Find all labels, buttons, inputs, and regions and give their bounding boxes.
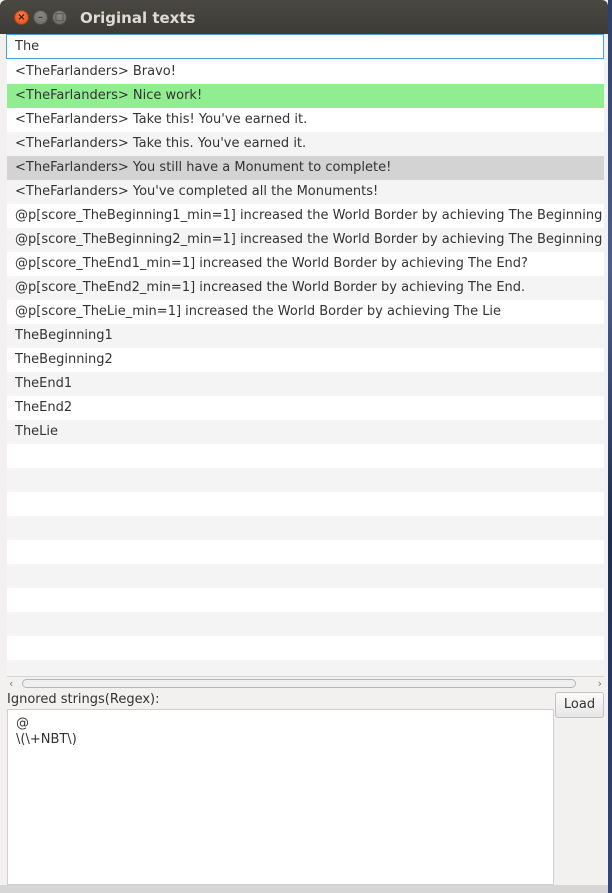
original-texts-list[interactable]: <TheFarlanders> Bravo! <TheFarlanders> Ni… (7, 60, 604, 676)
window-bottom-edge (0, 885, 608, 893)
list-item[interactable]: @p[score_TheEnd2_min=1] increased the Wo… (7, 276, 604, 300)
empty-list-row (7, 588, 604, 612)
filter-input[interactable] (6, 34, 604, 59)
list-item[interactable]: TheBeginning2 (7, 348, 604, 372)
regex-line: @ (16, 716, 29, 731)
regex-line: \(\+NBT\) (16, 732, 77, 747)
maximize-icon[interactable]: □ (52, 10, 67, 25)
list-item[interactable]: TheLie (7, 420, 604, 444)
scroll-left-icon[interactable]: ‹ (9, 677, 13, 690)
load-button[interactable]: Load (555, 692, 604, 718)
empty-list-row (7, 492, 604, 516)
list-item[interactable]: @p[score_TheEnd1_min=1] increased the Wo… (7, 252, 604, 276)
list-item[interactable]: @p[score_TheBeginning2_min=1] increased … (7, 228, 604, 252)
empty-list-row (7, 660, 604, 676)
empty-list-row (7, 636, 604, 660)
desktop-background (608, 0, 612, 893)
list-item[interactable]: <TheFarlanders> Nice work! (7, 84, 604, 108)
list-item[interactable]: TheBeginning1 (7, 324, 604, 348)
empty-list-row (7, 516, 604, 540)
close-icon[interactable]: × (14, 10, 29, 25)
minimize-icon[interactable]: – (33, 10, 48, 25)
list-item[interactable]: <TheFarlanders> Take this! You've earned… (7, 108, 604, 132)
horizontal-scrollbar[interactable]: ‹ › (7, 676, 604, 690)
empty-list-row (7, 468, 604, 492)
list-item[interactable]: TheEnd2 (7, 396, 604, 420)
list-item[interactable]: <TheFarlanders> Take this. You've earned… (7, 132, 604, 156)
ignored-regex-textarea[interactable]: @ \(\+NBT\) (7, 709, 554, 885)
empty-list-row (7, 612, 604, 636)
list-item[interactable]: <TheFarlanders> Bravo! (7, 60, 604, 84)
empty-list-row (7, 444, 604, 468)
scrollbar-thumb[interactable] (22, 679, 576, 688)
title-bar[interactable]: × – □ Original texts (0, 0, 608, 34)
empty-list-row (7, 540, 604, 564)
ignored-strings-label: Ignored strings(Regex): (7, 692, 160, 707)
list-item[interactable]: <TheFarlanders> You still have a Monumen… (7, 156, 604, 180)
window-title: Original texts (80, 9, 196, 27)
list-item[interactable]: @p[score_TheBeginning1_min=1] increased … (7, 204, 604, 228)
list-item[interactable]: @p[score_TheLie_min=1] increased the Wor… (7, 300, 604, 324)
list-item[interactable]: <TheFarlanders> You've completed all the… (7, 180, 604, 204)
list-item[interactable]: TheEnd1 (7, 372, 604, 396)
empty-list-row (7, 564, 604, 588)
scroll-right-icon[interactable]: › (598, 677, 602, 690)
app-window: × – □ Original texts <TheFarlanders> Bra… (0, 0, 608, 893)
